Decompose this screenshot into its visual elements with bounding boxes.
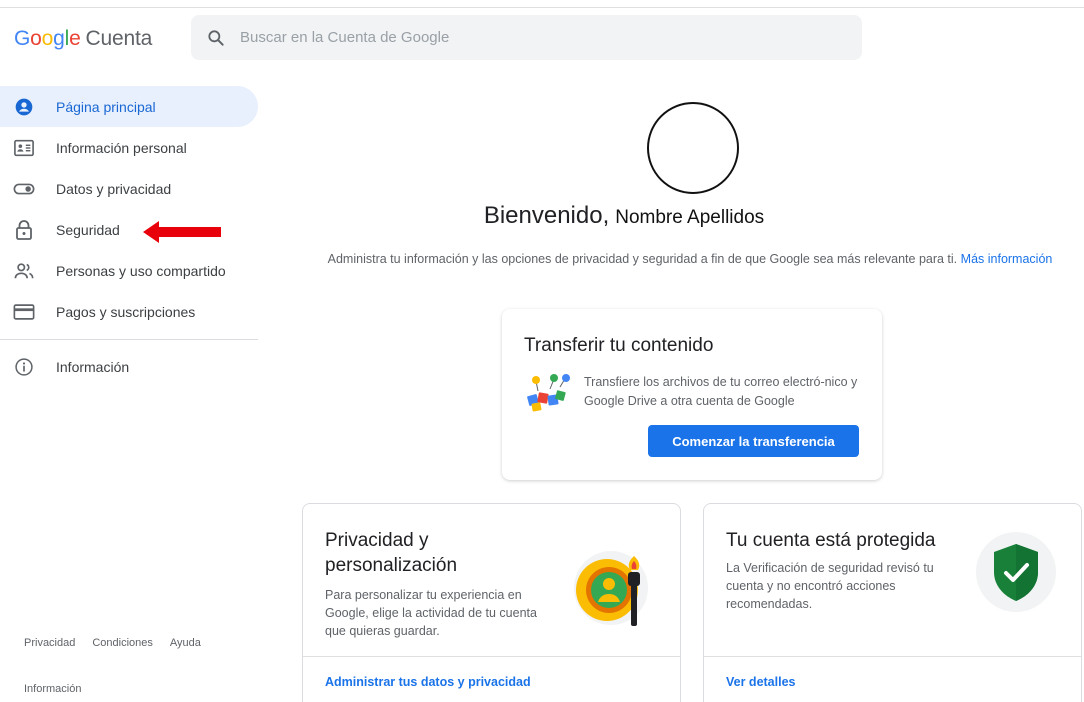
logo-product-name: Cuenta <box>85 27 153 50</box>
id-card-icon <box>12 136 36 160</box>
sidebar-info-section: Información <box>0 346 258 387</box>
card-text: Para personalizar tu experiencia en Goog… <box>325 588 537 638</box>
search-icon[interactable] <box>206 28 226 48</box>
card-text: La Verificación de seguridad revisó tu c… <box>726 561 934 611</box>
credit-card-icon <box>12 300 36 324</box>
logo-letter: g <box>53 27 65 50</box>
logo-letter: G <box>14 27 31 50</box>
home-account-icon <box>12 95 36 119</box>
card-title: Transferir tu contenido <box>524 335 714 356</box>
sidebar-item-label: Información personal <box>56 139 187 156</box>
avatar[interactable] <box>647 102 739 194</box>
intro-description: Administra tu información y las opciones… <box>300 250 1080 268</box>
welcome-heading: Bienvenido, Nombre Apellidos <box>0 202 1084 230</box>
footer-link-terms[interactable]: Condiciones <box>92 637 153 649</box>
sidebar-item-people-sharing[interactable]: Personas y uso compartido <box>0 250 258 291</box>
sidebar-item-label: Pagos y suscripciones <box>56 303 196 320</box>
sidebar-item-label: Datos y privacidad <box>56 180 172 197</box>
logo-letter: e <box>69 27 81 50</box>
logo-letter: o <box>30 27 42 50</box>
people-icon <box>12 259 36 283</box>
card-divider <box>303 656 680 657</box>
sidebar-divider <box>0 339 258 340</box>
shield-check-icon <box>976 532 1056 612</box>
search-input[interactable] <box>238 28 802 47</box>
intro-text: Administra tu información y las opciones… <box>327 252 958 266</box>
card-title: Privacidad y personalización <box>325 530 458 576</box>
footer-link-privacy[interactable]: Privacidad <box>24 637 75 649</box>
card-text: Transfiere los archivos de tu correo ele… <box>584 375 858 408</box>
logo-letter: o <box>41 27 54 50</box>
user-name: Nombre Apellidos <box>615 207 765 228</box>
view-details-link[interactable]: Ver detalles <box>726 675 796 689</box>
more-info-link[interactable]: Más información <box>961 252 1053 266</box>
sidebar-item-personal-info[interactable]: Información personal <box>0 127 258 168</box>
security-card: Tu cuenta está protegida La Verificación… <box>703 503 1082 702</box>
privacy-illustration-icon <box>574 551 648 626</box>
sidebar-item-info[interactable]: Información <box>0 346 258 387</box>
footer-links: Privacidad Condiciones Ayuda <box>24 637 201 649</box>
privacy-card: Privacidad y personalización Para person… <box>302 503 681 702</box>
sidebar-item-home[interactable]: Página principal <box>0 86 258 127</box>
sidebar-item-payments[interactable]: Pagos y suscripciones <box>0 291 258 332</box>
card-title: Tu cuenta está protegida <box>726 530 936 551</box>
welcome-word: Bienvenido, <box>483 202 610 229</box>
start-transfer-button[interactable]: Comenzar la transferencia <box>648 425 859 457</box>
info-icon <box>12 355 36 379</box>
sidebar-item-label: Página principal <box>56 98 156 115</box>
transfer-content-card: Transferir tu contenido Transfiere los a… <box>502 309 882 480</box>
sidebar-item-label: Personas y uso compartido <box>56 262 226 279</box>
manage-privacy-link[interactable]: Administrar tus datos y privacidad <box>325 675 531 689</box>
toggle-icon <box>12 177 36 201</box>
footer-link-info[interactable]: Información <box>24 683 81 695</box>
search-bar[interactable] <box>191 15 862 60</box>
top-divider <box>0 7 1084 8</box>
card-divider <box>704 656 1081 657</box>
transfer-illustration-icon <box>527 374 570 412</box>
sidebar-item-label: Información <box>56 358 130 375</box>
footer-link-help[interactable]: Ayuda <box>170 637 201 649</box>
google-cuenta-logo[interactable]: Google Cuenta <box>14 27 152 51</box>
